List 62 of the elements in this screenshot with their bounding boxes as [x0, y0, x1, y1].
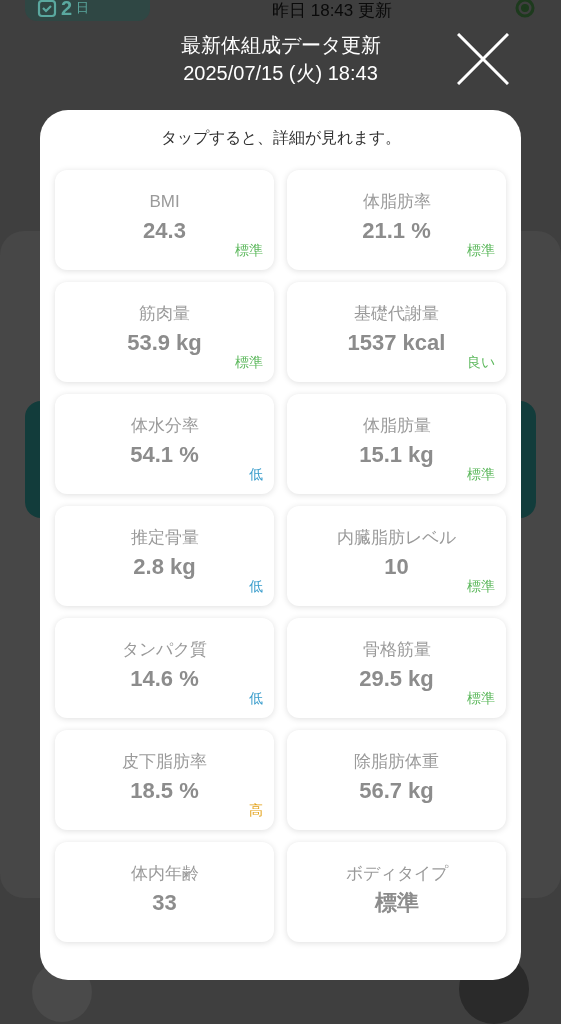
tap-hint: タップすると、詳細が見れます。 — [160, 128, 401, 148]
metric-label: 筋肉量 — [139, 303, 190, 325]
status-label: 標準 — [467, 578, 495, 594]
metric-card[interactable]: 基礎代謝量 1537 kcal 良い — [287, 282, 506, 382]
metric-label: BMI — [149, 191, 180, 213]
metric-value: 1537 kcal — [347, 329, 446, 357]
metric-card[interactable]: ボディタイプ 標準 — [287, 842, 506, 942]
metric-card[interactable]: 推定骨量 2.8 kg 低 — [55, 506, 274, 606]
metric-card[interactable]: 筋肉量 53.9 kg 標準 — [55, 282, 274, 382]
metric-value: 24.3 — [143, 217, 186, 245]
metric-value: 56.7 kg — [359, 777, 434, 805]
metric-card[interactable]: 除脂肪体重 56.7 kg — [287, 730, 506, 830]
dialog-title: 最新体組成データ更新 — [180, 33, 381, 58]
metric-card[interactable]: 体水分率 54.1 % 低 — [55, 394, 274, 494]
metric-label: 推定骨量 — [130, 527, 199, 549]
metric-card[interactable]: 骨格筋量 29.5 kg 標準 — [287, 618, 506, 718]
metric-label: 骨格筋量 — [362, 639, 431, 661]
status-label: 標準 — [467, 242, 495, 258]
status-label: 標準 — [235, 242, 263, 258]
metric-value: 10 — [384, 553, 409, 581]
close-icon — [457, 33, 509, 85]
metric-label: 体脂肪率 — [362, 191, 431, 213]
metric-label: 体水分率 — [130, 415, 199, 437]
metric-value: 29.5 kg — [359, 665, 434, 693]
target-icon — [514, 0, 536, 19]
status-label: 標準 — [467, 466, 495, 482]
metric-card[interactable]: 皮下脂肪率 18.5 % 高 — [55, 730, 274, 830]
metric-label: ボディタイプ — [345, 863, 448, 885]
metric-label: 皮下脂肪率 — [122, 751, 207, 773]
metric-label: 体内年齢 — [130, 863, 199, 885]
metric-value: 53.9 kg — [127, 329, 202, 357]
metric-value: 18.5 % — [130, 777, 199, 805]
metric-value: 21.1 % — [362, 217, 431, 245]
close-button[interactable] — [457, 33, 509, 85]
metric-label: 体脂肪量 — [362, 415, 431, 437]
metric-label: 内臓脂肪レベル — [337, 527, 456, 549]
metric-value: 14.6 % — [130, 665, 199, 693]
metric-label: 基礎代謝量 — [354, 303, 439, 325]
metric-card[interactable]: 体脂肪量 15.1 kg 標準 — [287, 394, 506, 494]
streak-unit: 日 — [76, 0, 90, 18]
status-label: 標準 — [467, 690, 495, 706]
metric-card[interactable]: BMI 24.3 標準 — [55, 170, 274, 270]
metric-value: 54.1 % — [130, 441, 199, 469]
calendar-icon — [37, 0, 57, 18]
metric-card[interactable]: タンパク質 14.6 % 低 — [55, 618, 274, 718]
metric-label: タンパク質 — [122, 639, 207, 661]
status-label: 高 — [249, 802, 263, 818]
metric-value: 33 — [152, 889, 177, 917]
metric-value: 標準 — [374, 889, 419, 917]
metric-card[interactable]: 体脂肪率 21.1 % 標準 — [287, 170, 506, 270]
metric-value: 2.8 kg — [133, 553, 196, 581]
status-label: 低 — [249, 466, 263, 482]
metric-card[interactable]: 体内年齢 33 — [55, 842, 274, 942]
metric-label: 除脂肪体重 — [354, 751, 439, 773]
streak-count: 2 — [61, 0, 73, 21]
metric-value: 15.1 kg — [359, 441, 434, 469]
update-date: 2025/07/15 (火) 18:43 — [183, 61, 378, 86]
status-label: 良い — [467, 354, 495, 370]
status-label: 低 — [249, 578, 263, 594]
status-label: 標準 — [235, 354, 263, 370]
metric-card[interactable]: 内臓脂肪レベル 10 標準 — [287, 506, 506, 606]
status-label: 低 — [249, 690, 263, 706]
